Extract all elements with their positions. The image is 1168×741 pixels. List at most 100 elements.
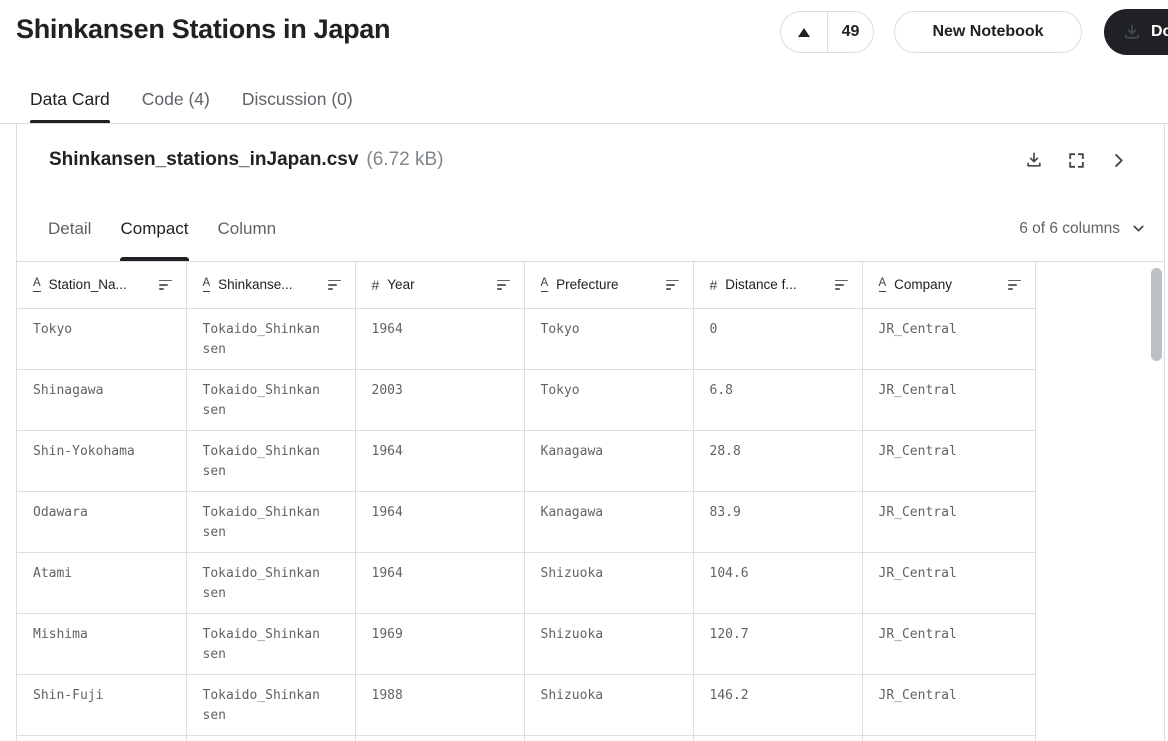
download-button-label: Download bbox=[1151, 23, 1168, 40]
table-cell: 83.9 bbox=[693, 491, 863, 553]
column-header-shinkanse-[interactable]: A Shinkanse... bbox=[186, 262, 356, 309]
text-type-icon: A bbox=[878, 277, 887, 292]
table-cell: Tokaido_Shinkansen bbox=[186, 430, 356, 492]
download-file-icon[interactable] bbox=[1024, 150, 1044, 170]
column-label: Distance f... bbox=[725, 277, 797, 293]
column-label: Company bbox=[894, 277, 952, 293]
table-cell: Tokaido_Shinkansen bbox=[186, 308, 356, 370]
file-preview-panel: Shinkansen_stations_inJapan.csv (6.72 kB… bbox=[16, 124, 1165, 741]
columns-selector-dropdown[interactable]: 6 of 6 columns bbox=[1019, 220, 1148, 238]
table-cell: 1988 bbox=[355, 674, 525, 736]
numeric-type-icon: # bbox=[371, 276, 380, 293]
column-label: Shinkanse... bbox=[218, 277, 293, 293]
new-notebook-button[interactable]: New Notebook bbox=[894, 11, 1082, 53]
column-header-company[interactable]: A Company bbox=[862, 262, 1036, 309]
sort-filter-icon[interactable] bbox=[158, 279, 172, 290]
sort-filter-icon[interactable] bbox=[665, 279, 679, 290]
table-cell: 146.2 bbox=[693, 674, 863, 736]
column-header-prefecture[interactable]: A Prefecture bbox=[524, 262, 694, 309]
chevron-down-icon bbox=[1130, 220, 1147, 237]
tab-discussion[interactable]: Discussion (0) bbox=[242, 76, 353, 123]
table-cell: Tokyo bbox=[524, 369, 694, 431]
chevron-right-icon[interactable] bbox=[1108, 150, 1128, 170]
table-cell: Tokaido_Shinkansen bbox=[186, 552, 356, 614]
table-cell: Atami bbox=[17, 552, 187, 614]
sort-filter-icon[interactable] bbox=[496, 279, 510, 290]
table-cell: JR_Central bbox=[862, 552, 1036, 614]
table-cell: 1964 bbox=[355, 552, 525, 614]
table-cell: 104.6 bbox=[693, 552, 863, 614]
table-row: Odawara Tokaido_Shinkansen 1964 Kanagawa 83.… bbox=[17, 491, 1036, 553]
file-header: Shinkansen_stations_inJapan.csv (6.72 kB… bbox=[17, 124, 1164, 196]
table-cell: Shin-Yokohama bbox=[17, 430, 187, 492]
main-tab-bar: Data Card Code (4) Discussion (0) bbox=[0, 76, 1168, 124]
upvote-button[interactable] bbox=[781, 12, 827, 52]
sort-filter-icon[interactable] bbox=[1007, 279, 1021, 290]
column-header-distance-f-[interactable]: # Distance f... bbox=[693, 262, 863, 309]
table-row: Shin-Yokohama Tokaido_Shinkansen 1964 Kanag… bbox=[17, 430, 1036, 492]
table-cell: Shizuoka bbox=[524, 613, 694, 675]
file-actions bbox=[1024, 150, 1128, 170]
page-title: Shinkansen Stations in Japan bbox=[16, 14, 391, 44]
download-button[interactable]: Download bbox=[1104, 9, 1168, 55]
table-cell: JR_Central bbox=[862, 369, 1036, 431]
table-cell: Shinagawa bbox=[17, 369, 187, 431]
column-label: Year bbox=[387, 277, 415, 293]
view-tab-column[interactable]: Column bbox=[218, 196, 277, 261]
table-cell: 1964 bbox=[355, 430, 525, 492]
table-row: Mishima Tokaido_Shinkansen 1969 Shizuoka 120… bbox=[17, 613, 1036, 675]
new-notebook-label: New Notebook bbox=[932, 23, 1044, 40]
column-header-station-na-[interactable]: A Station_Na... bbox=[17, 262, 187, 309]
table-cell: Kanagawa bbox=[524, 430, 694, 492]
table-cell: JR_Central bbox=[862, 430, 1036, 492]
table-header-row: A Station_Na... A Shinkanse... # Year A Prefect… bbox=[17, 262, 1036, 309]
table-body: Tokyo Tokaido_Shinkansen 1964 Tokyo 0 JR_Cent… bbox=[17, 308, 1036, 741]
column-header-year[interactable]: # Year bbox=[355, 262, 525, 309]
table-row: Shin-Fuji Tokaido_Shinkansen 1988 Shizuoka 1… bbox=[17, 674, 1036, 736]
table-cell: 1969 bbox=[355, 613, 525, 675]
page-header: Shinkansen Stations in Japan 49 New Note… bbox=[0, 0, 1168, 76]
table-cell bbox=[524, 735, 694, 741]
table-cell: Tokyo bbox=[17, 308, 187, 370]
table-cell: 28.8 bbox=[693, 430, 863, 492]
sort-filter-icon[interactable] bbox=[834, 279, 848, 290]
table-cell: 2003 bbox=[355, 369, 525, 431]
upvote-count: 49 bbox=[841, 23, 860, 40]
table-cell: Shizuoka bbox=[524, 674, 694, 736]
view-tab-detail[interactable]: Detail bbox=[48, 196, 91, 261]
sort-filter-icon[interactable] bbox=[327, 279, 341, 290]
table-row: Tokyo Tokaido_Shinkansen 1964 Tokyo 0 JR_Cent… bbox=[17, 308, 1036, 370]
vertical-scrollbar-thumb[interactable] bbox=[1151, 268, 1162, 361]
table-cell: Tokyo bbox=[524, 308, 694, 370]
table-cell bbox=[693, 735, 863, 741]
tab-code[interactable]: Code (4) bbox=[142, 76, 210, 123]
table-cell: 1964 bbox=[355, 491, 525, 553]
numeric-type-icon: # bbox=[709, 276, 718, 293]
tab-data-card[interactable]: Data Card bbox=[30, 76, 110, 123]
table-cell: JR_Central bbox=[862, 308, 1036, 370]
caret-up-icon bbox=[798, 27, 810, 37]
download-icon bbox=[1122, 22, 1142, 42]
table-cell: Odawara bbox=[17, 491, 187, 553]
table-cell: Shin-Fuji bbox=[17, 674, 187, 736]
file-name: Shinkansen_stations_inJapan.csv bbox=[49, 149, 359, 170]
column-label: Prefecture bbox=[556, 277, 619, 293]
table-header-row: A Station_Na... A Shinkanse... # Year A Prefect… bbox=[17, 262, 1036, 309]
table-row: Shinagawa Tokaido_Shinkansen 2003 Tokyo 6.8 J… bbox=[17, 369, 1036, 431]
table-cell: Tokaido_Shinkansen bbox=[186, 491, 356, 553]
table-cell: 0 bbox=[693, 308, 863, 370]
upvote-control: 49 bbox=[780, 11, 874, 53]
table-cell: JR_Central bbox=[862, 491, 1036, 553]
view-tab-compact[interactable]: Compact bbox=[120, 196, 189, 261]
table-cell: Tokaido_Shinkansen bbox=[186, 674, 356, 736]
table-cell: Shizuoka bbox=[524, 552, 694, 614]
table-cell: Tokaido_Shinkansen bbox=[186, 613, 356, 675]
text-type-icon: A bbox=[202, 277, 211, 292]
table-cell bbox=[355, 735, 525, 741]
preview-table: A Station_Na... A Shinkanse... # Year A Prefect… bbox=[17, 262, 1036, 741]
table-cell bbox=[186, 735, 356, 741]
table-cell: Mishima bbox=[17, 613, 187, 675]
table-cell: JR_Central bbox=[862, 613, 1036, 675]
fullscreen-icon[interactable] bbox=[1066, 150, 1086, 170]
table-cell: 120.7 bbox=[693, 613, 863, 675]
